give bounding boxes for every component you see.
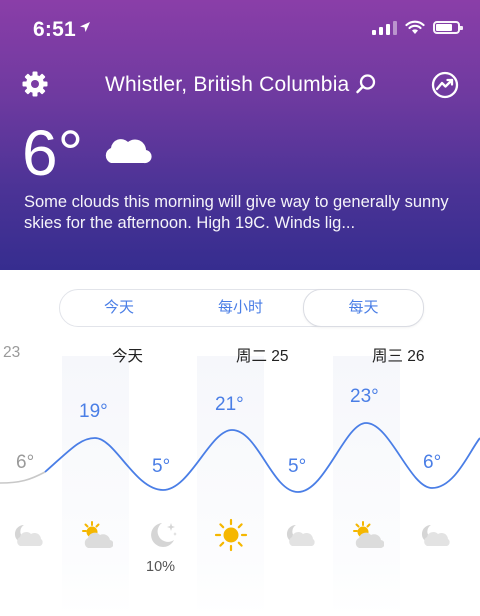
day-label: 今天 <box>112 348 144 365</box>
settings-gear-icon[interactable] <box>21 70 49 98</box>
search-icon[interactable] <box>355 73 377 95</box>
temp-label: 23° <box>350 386 379 407</box>
status-time: 6:51 <box>33 18 76 41</box>
clear-night-icon <box>151 523 177 547</box>
day-label: 周三 26 <box>372 348 425 365</box>
cloud-icon <box>105 139 152 164</box>
current-temperature: 6° <box>22 117 84 189</box>
sunny-icon <box>214 518 248 552</box>
status-indicators <box>372 20 463 35</box>
partly-cloudy-night-icon <box>421 524 450 546</box>
temp-label: 6° <box>16 452 35 473</box>
precipitation-chance: 10% <box>146 559 176 575</box>
temp-label: 6° <box>423 452 442 473</box>
battery-icon <box>433 21 463 34</box>
forecast-tabs: 今天 每小时 每天 <box>59 289 424 327</box>
location-arrow-icon <box>80 22 90 32</box>
partly-sunny-icon <box>353 521 384 549</box>
tab-hourly[interactable]: 每小时 <box>178 290 303 326</box>
wifi-icon <box>405 20 425 34</box>
location-title[interactable]: Whistler, British Columbia <box>105 73 349 97</box>
partly-cloudy-night-icon <box>286 524 315 546</box>
temp-label: 5° <box>152 456 171 477</box>
day-label: 23 <box>3 344 21 361</box>
temp-label: 19° <box>79 401 108 422</box>
temp-label: 21° <box>215 394 244 415</box>
day-label: 周二 25 <box>236 348 289 365</box>
partly-sunny-icon <box>82 521 113 549</box>
temp-label: 5° <box>288 456 307 477</box>
weather-header: 6:51 Whistler, British Columbia 6° Some … <box>0 0 480 270</box>
trend-chart-icon[interactable] <box>430 70 460 100</box>
tab-daily[interactable]: 每天 <box>303 289 424 327</box>
tab-today[interactable]: 今天 <box>60 290 178 326</box>
signal-icon <box>372 20 397 35</box>
partly-cloudy-night-icon <box>14 524 43 546</box>
weather-summary: Some clouds this morning will give way t… <box>24 193 449 232</box>
